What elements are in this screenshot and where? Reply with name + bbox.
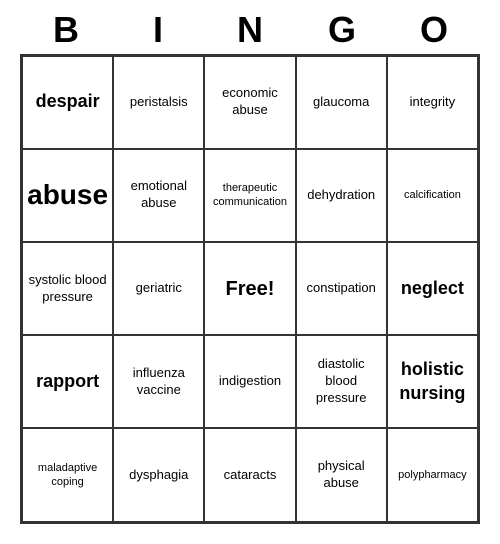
bingo-cell-4: integrity — [387, 56, 478, 149]
bingo-cell-23: physical abuse — [296, 428, 387, 521]
bingo-cell-5: abuse — [22, 149, 113, 242]
bingo-cell-2: economic abuse — [204, 56, 295, 149]
bingo-cell-18: diastolic blood pressure — [296, 335, 387, 428]
letter-g: G — [296, 10, 388, 50]
letter-o: O — [388, 10, 480, 50]
bingo-cell-3: glaucoma — [296, 56, 387, 149]
letter-n: N — [204, 10, 296, 50]
bingo-cell-15: rapport — [22, 335, 113, 428]
bingo-cell-22: cataracts — [204, 428, 295, 521]
bingo-cell-9: calcification — [387, 149, 478, 242]
bingo-cell-16: influenza vaccine — [113, 335, 204, 428]
bingo-cell-12: Free! — [204, 242, 295, 335]
bingo-cell-10: systolic blood pressure — [22, 242, 113, 335]
bingo-header: B I N G O — [20, 10, 480, 50]
bingo-cell-0: despair — [22, 56, 113, 149]
bingo-cell-6: emotional abuse — [113, 149, 204, 242]
bingo-cell-20: maladaptive coping — [22, 428, 113, 521]
letter-b: B — [20, 10, 112, 50]
bingo-grid: despairperistalsiseconomic abuseglaucoma… — [20, 54, 480, 524]
bingo-cell-8: dehydration — [296, 149, 387, 242]
bingo-cell-7: therapeutic communication — [204, 149, 295, 242]
bingo-cell-13: constipation — [296, 242, 387, 335]
bingo-cell-21: dysphagia — [113, 428, 204, 521]
bingo-cell-14: neglect — [387, 242, 478, 335]
letter-i: I — [112, 10, 204, 50]
bingo-cell-24: polypharmacy — [387, 428, 478, 521]
bingo-cell-19: holistic nursing — [387, 335, 478, 428]
bingo-cell-17: indigestion — [204, 335, 295, 428]
bingo-cell-1: peristalsis — [113, 56, 204, 149]
bingo-cell-11: geriatric — [113, 242, 204, 335]
